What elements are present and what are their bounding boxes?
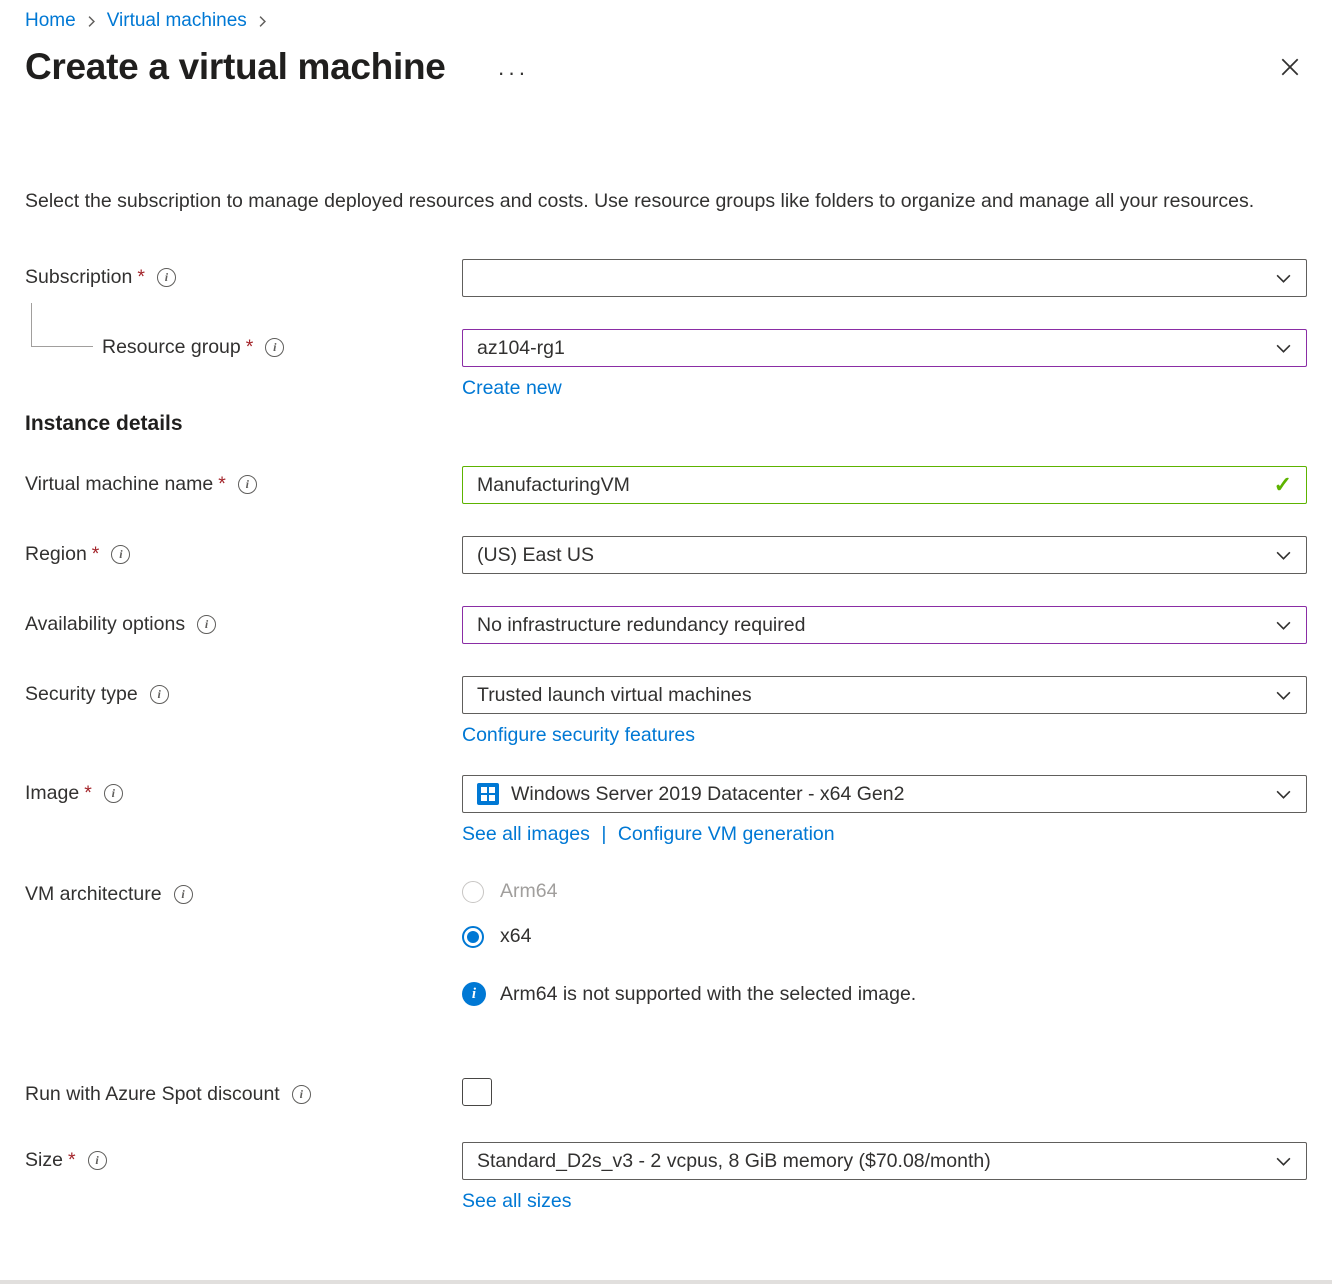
chevron-down-icon bbox=[1275, 547, 1292, 564]
valid-check-icon: ✓ bbox=[1274, 472, 1292, 498]
link-separator: | bbox=[601, 823, 606, 845]
region-value: (US) East US bbox=[477, 544, 594, 567]
chevron-down-icon bbox=[1275, 1153, 1292, 1170]
chevron-down-icon bbox=[1275, 786, 1292, 803]
required-marker: * bbox=[218, 473, 226, 496]
size-label: Size bbox=[25, 1149, 63, 1172]
image-dropdown[interactable]: Windows Server 2019 Datacenter - x64 Gen… bbox=[462, 775, 1307, 813]
instance-details-heading: Instance details bbox=[25, 412, 1307, 436]
breadcrumb-separator-icon bbox=[85, 15, 98, 28]
windows-logo-icon bbox=[477, 783, 499, 805]
security-type-value: Trusted launch virtual machines bbox=[477, 684, 752, 707]
spot-discount-row: Run with Azure Spot discount i bbox=[25, 1076, 1307, 1106]
security-type-dropdown[interactable]: Trusted launch virtual machines bbox=[462, 676, 1307, 714]
image-links: See all images | Configure VM generation bbox=[462, 823, 1307, 846]
create-new-resource-group-link[interactable]: Create new bbox=[462, 377, 562, 400]
availability-options-row: Availability options i No infrastructure… bbox=[25, 606, 1307, 644]
required-marker: * bbox=[246, 336, 254, 359]
resource-group-row: Resource group * i az104-rg1 Create new bbox=[25, 329, 1307, 400]
vm-name-info-icon[interactable]: i bbox=[238, 475, 257, 494]
region-info-icon[interactable]: i bbox=[111, 545, 130, 564]
image-label: Image bbox=[25, 782, 79, 805]
x64-radio[interactable]: x64 bbox=[462, 921, 1307, 948]
size-row: Size * i Standard_D2s_v3 - 2 vcpus, 8 Gi… bbox=[25, 1142, 1307, 1213]
required-marker: * bbox=[84, 782, 92, 805]
indent-connector-line bbox=[31, 303, 93, 347]
breadcrumb-home-link[interactable]: Home bbox=[25, 10, 76, 32]
breadcrumb-separator-icon bbox=[256, 15, 269, 28]
region-dropdown[interactable]: (US) East US bbox=[462, 536, 1307, 574]
intro-text: Select the subscription to manage deploy… bbox=[25, 186, 1287, 217]
region-row: Region * i (US) East US bbox=[25, 536, 1307, 574]
create-vm-page: Home Virtual machines Create a virtual m… bbox=[0, 0, 1332, 1213]
required-marker: * bbox=[92, 543, 100, 566]
vm-architecture-row: VM architecture i Arm64 x64 i Arm64 is n… bbox=[25, 876, 1307, 1006]
size-info-icon[interactable]: i bbox=[88, 1151, 107, 1170]
required-marker: * bbox=[137, 266, 145, 289]
region-label: Region bbox=[25, 543, 87, 566]
spot-discount-checkbox[interactable] bbox=[462, 1078, 492, 1106]
availability-options-label: Availability options bbox=[25, 613, 185, 636]
title-row: Create a virtual machine ··· bbox=[25, 46, 1307, 88]
more-options-button[interactable]: ··· bbox=[498, 60, 529, 86]
vm-name-row: Virtual machine name * i ManufacturingVM… bbox=[25, 466, 1307, 504]
subscription-row: Subscription * i bbox=[25, 259, 1307, 297]
x64-radio-label: x64 bbox=[500, 925, 531, 948]
security-type-label: Security type bbox=[25, 683, 138, 706]
arm64-radio-label: Arm64 bbox=[500, 880, 557, 903]
resource-group-label: Resource group bbox=[102, 336, 241, 359]
vm-name-value: ManufacturingVM bbox=[477, 474, 630, 497]
see-all-images-link[interactable]: See all images bbox=[462, 823, 590, 845]
chevron-down-icon bbox=[1275, 687, 1292, 704]
resource-group-dropdown[interactable]: az104-rg1 bbox=[462, 329, 1307, 367]
configure-vm-generation-link[interactable]: Configure VM generation bbox=[618, 823, 835, 845]
configure-security-features-link[interactable]: Configure security features bbox=[462, 724, 695, 747]
resource-group-info-icon[interactable]: i bbox=[265, 338, 284, 357]
subscription-dropdown[interactable] bbox=[462, 259, 1307, 297]
chevron-down-icon bbox=[1275, 617, 1292, 634]
security-type-info-icon[interactable]: i bbox=[150, 685, 169, 704]
chevron-down-icon bbox=[1275, 270, 1292, 287]
subscription-info-icon[interactable]: i bbox=[157, 268, 176, 287]
required-marker: * bbox=[68, 1149, 76, 1172]
vm-name-input[interactable]: ManufacturingVM ✓ bbox=[462, 466, 1307, 504]
arm64-radio[interactable]: Arm64 bbox=[462, 876, 1307, 903]
availability-options-dropdown[interactable]: No infrastructure redundancy required bbox=[462, 606, 1307, 644]
close-icon[interactable] bbox=[1279, 56, 1301, 78]
arch-info-banner: i Arm64 is not supported with the select… bbox=[462, 982, 1307, 1006]
breadcrumb-virtual-machines-link[interactable]: Virtual machines bbox=[107, 10, 247, 32]
image-info-icon[interactable]: i bbox=[104, 784, 123, 803]
availability-options-info-icon[interactable]: i bbox=[197, 615, 216, 634]
vm-architecture-label: VM architecture bbox=[25, 883, 162, 906]
basics-form: Subscription * i Resource group * i bbox=[25, 259, 1307, 1213]
breadcrumb: Home Virtual machines bbox=[25, 0, 1307, 32]
info-filled-icon: i bbox=[462, 982, 486, 1006]
availability-options-value: No infrastructure redundancy required bbox=[477, 614, 805, 637]
size-value: Standard_D2s_v3 - 2 vcpus, 8 GiB memory … bbox=[477, 1150, 991, 1173]
spot-discount-label: Run with Azure Spot discount bbox=[25, 1083, 280, 1106]
security-type-row: Security type i Trusted launch virtual m… bbox=[25, 676, 1307, 747]
radio-selected-icon bbox=[462, 926, 484, 948]
subscription-label: Subscription bbox=[25, 266, 132, 289]
size-dropdown[interactable]: Standard_D2s_v3 - 2 vcpus, 8 GiB memory … bbox=[462, 1142, 1307, 1180]
resource-group-value: az104-rg1 bbox=[477, 337, 565, 360]
image-row: Image * i Windows Server 2019 Datacenter… bbox=[25, 775, 1307, 846]
vm-architecture-info-icon[interactable]: i bbox=[174, 885, 193, 904]
arch-info-text: Arm64 is not supported with the selected… bbox=[500, 983, 916, 1006]
see-all-sizes-link[interactable]: See all sizes bbox=[462, 1190, 571, 1213]
radio-unselected-icon bbox=[462, 881, 484, 903]
spot-discount-info-icon[interactable]: i bbox=[292, 1085, 311, 1104]
chevron-down-icon bbox=[1275, 340, 1292, 357]
image-value: Windows Server 2019 Datacenter - x64 Gen… bbox=[511, 783, 904, 806]
vm-name-label: Virtual machine name bbox=[25, 473, 213, 496]
page-title: Create a virtual machine bbox=[25, 46, 446, 88]
bottom-divider bbox=[0, 1280, 1332, 1284]
